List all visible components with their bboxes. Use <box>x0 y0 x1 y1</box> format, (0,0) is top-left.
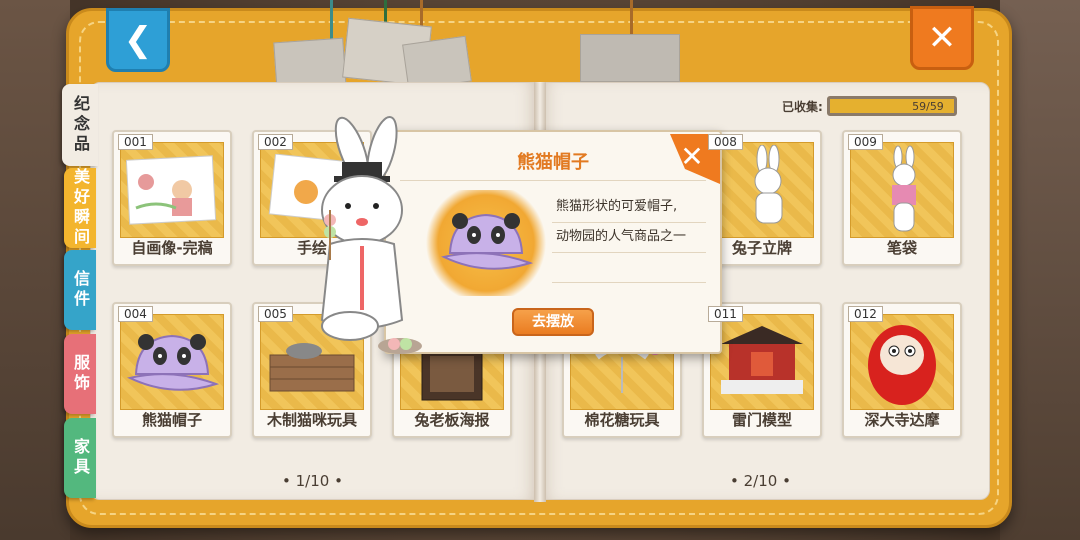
pencil-case-icon <box>892 145 916 232</box>
item-card-001[interactable]: 001 自画像-完稿 <box>112 130 232 266</box>
tab-clothing[interactable]: 服饰 <box>64 334 96 414</box>
place-button[interactable]: 去摆放 <box>512 308 594 336</box>
left-page-number: • 1/10 • <box>282 472 343 490</box>
background-right <box>1000 0 1080 540</box>
collected-value: 59/59 <box>912 100 944 113</box>
item-label: 深大寺达摩 <box>864 411 940 429</box>
item-number: 002 <box>258 134 293 150</box>
self-portrait-drawing-icon <box>126 155 217 225</box>
item-image <box>120 142 224 238</box>
collected-label: 已收集: <box>782 99 823 114</box>
collected-counter: 已收集: 59/59 <box>782 96 957 116</box>
panda-hat-icon <box>441 213 534 270</box>
tab-label: 美好瞬间 <box>71 168 90 248</box>
item-number: 012 <box>848 306 883 322</box>
popup-desc-line: 熊猫形状的可爱帽子, <box>556 199 678 214</box>
item-label: 棉花糖玩具 <box>584 411 660 429</box>
item-number: 001 <box>118 134 153 150</box>
item-label: 自画像-完稿 <box>131 239 213 257</box>
tag-string <box>630 0 633 36</box>
item-card-012[interactable]: 012 深大寺达摩 <box>842 302 962 438</box>
close-icon: ✕ <box>927 18 957 58</box>
item-label: 笔袋 <box>886 239 917 257</box>
chevron-left-icon: ❮ <box>123 20 153 60</box>
rabbit-standee-icon <box>754 145 783 224</box>
item-image <box>710 314 814 410</box>
daruma-icon <box>868 325 936 405</box>
item-label: 熊猫帽子 <box>141 411 202 429</box>
popup-divider <box>552 282 706 283</box>
right-page-number: • 2/10 • <box>730 472 791 490</box>
item-number: 004 <box>118 306 153 322</box>
tab-souvenir[interactable]: 纪念品 <box>62 84 98 166</box>
item-image <box>710 142 814 238</box>
background-left <box>0 0 70 540</box>
item-label: 雷门模型 <box>731 411 792 429</box>
item-number: 008 <box>708 134 743 150</box>
rabbit-mascot <box>320 116 422 354</box>
item-number: 011 <box>708 306 743 322</box>
tab-label: 信件 <box>71 270 90 310</box>
tab-letters[interactable]: 信件 <box>64 250 96 330</box>
popup-item-image <box>426 190 546 296</box>
popup-divider <box>400 180 706 181</box>
item-label: 木制猫咪玩具 <box>266 411 357 429</box>
item-label: 兔老板海报 <box>414 411 490 429</box>
popup-divider <box>552 252 706 253</box>
tab-label: 家具 <box>71 438 90 478</box>
kaminarimon-model-icon <box>721 326 803 394</box>
panda-hat-icon <box>127 334 220 391</box>
item-number: 005 <box>258 306 293 322</box>
item-card-004[interactable]: 004 熊猫帽子 <box>112 302 232 438</box>
tab-moments[interactable]: 美好瞬间 <box>64 168 96 248</box>
tab-label: 纪念品 <box>71 95 90 155</box>
close-button[interactable]: ✕ <box>910 6 974 70</box>
paper-tag <box>580 34 680 82</box>
item-number: 009 <box>848 134 883 150</box>
item-card-009[interactable]: 009 笔袋 <box>842 130 962 266</box>
popup-description: 熊猫形状的可爱帽子, 动物园的人气商品之一 <box>556 192 716 252</box>
collected-progress-bar: 59/59 <box>826 96 957 116</box>
tab-furniture[interactable]: 家具 <box>64 418 96 498</box>
popup-desc-line: 动物园的人气商品之一 <box>556 229 687 244</box>
item-image <box>120 314 224 410</box>
item-image <box>850 314 954 410</box>
tab-label: 服饰 <box>71 354 90 394</box>
back-button[interactable]: ❮ <box>106 8 170 72</box>
item-image <box>850 142 954 238</box>
